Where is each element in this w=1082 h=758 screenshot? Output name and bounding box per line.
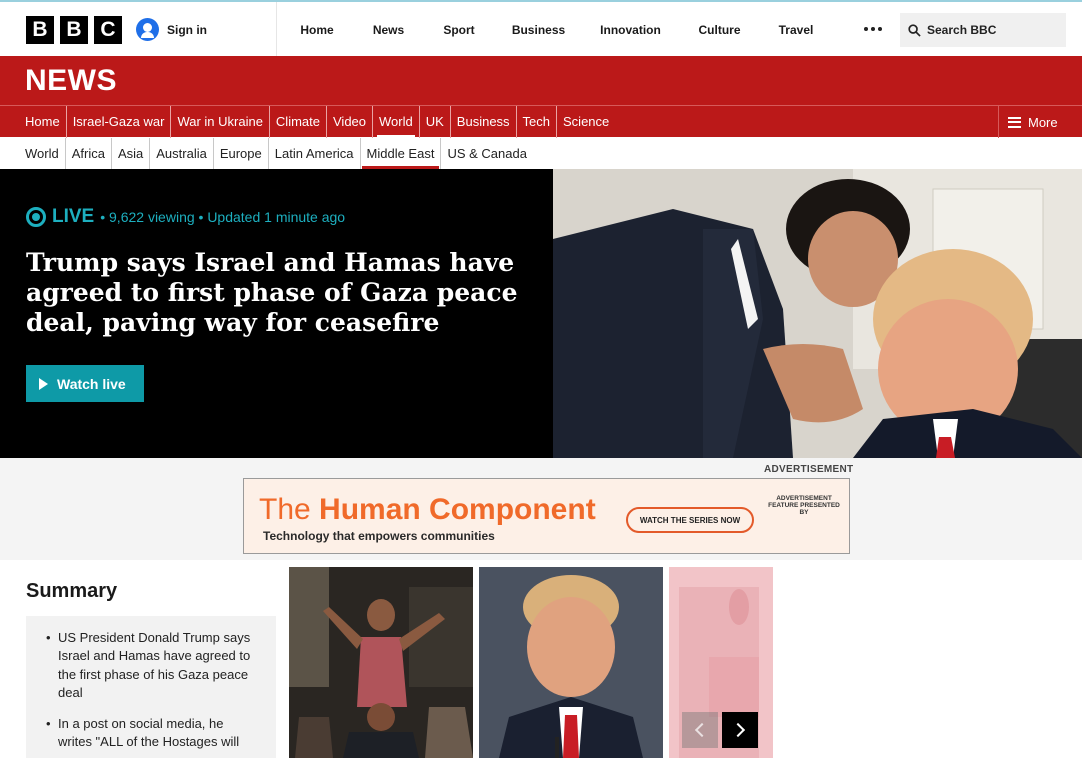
gallery-prev-button[interactable]	[682, 712, 718, 748]
chevron-left-icon	[694, 722, 710, 738]
sign-in-button[interactable]: Sign in	[136, 18, 207, 41]
news-banner: NEWS	[0, 56, 1082, 105]
section-climate[interactable]: Climate	[268, 106, 326, 138]
summary-heading: Summary	[26, 580, 118, 602]
watch-live-label: Watch live	[57, 375, 126, 392]
search-placeholder: Search BBC	[927, 23, 997, 37]
section-war-in-ukraine[interactable]: War in Ukraine	[170, 106, 268, 138]
gallery-next-button[interactable]	[722, 712, 758, 748]
region-world[interactable]: World	[25, 138, 65, 169]
region-latin-america[interactable]: Latin America	[267, 138, 360, 169]
summary-bullet: US President Donald Trump says Israel an…	[46, 629, 260, 702]
search-icon	[908, 23, 921, 37]
live-icon	[26, 207, 46, 227]
more-menu-button[interactable]: More	[998, 106, 1082, 138]
gallery-photo-trump[interactable]	[479, 567, 663, 758]
bbc-logo[interactable]: B B C	[26, 16, 122, 44]
live-meta: • 9,622 viewing • Updated 1 minute ago	[100, 209, 346, 225]
region-australia[interactable]: Australia	[149, 138, 213, 169]
top-navigation: Home News Sport Business Innovation Cult…	[276, 2, 835, 58]
advert-tagline: Technology that empowers communities	[263, 529, 495, 543]
topnav-innovation[interactable]: Innovation	[579, 2, 682, 58]
topnav-culture[interactable]: Culture	[682, 2, 757, 58]
topnav-news[interactable]: News	[357, 2, 420, 58]
logo-letter-b2: B	[60, 16, 88, 44]
live-hero: LIVE • 9,622 viewing • Updated 1 minute …	[0, 169, 1082, 458]
advert-zone: ADVERTISEMENT The Human Component Techno…	[0, 458, 1082, 560]
section-navigation: Home Israel-Gaza war War in Ukraine Clim…	[0, 105, 1082, 138]
topnav-business[interactable]: Business	[498, 2, 579, 58]
advert-title-prefix: The	[259, 493, 320, 526]
section-business[interactable]: Business	[449, 106, 516, 138]
chevron-right-icon	[730, 722, 746, 738]
section-video[interactable]: Video	[326, 106, 372, 138]
search-bbc-box[interactable]: Search BBC	[900, 13, 1066, 47]
live-indicator: LIVE • 9,622 viewing • Updated 1 minute …	[26, 206, 345, 228]
region-africa[interactable]: Africa	[64, 138, 111, 169]
advert-title: The Human Component	[259, 493, 596, 527]
hamburger-icon	[1008, 116, 1021, 128]
account-icon	[136, 18, 159, 41]
topnav-travel[interactable]: Travel	[757, 2, 835, 58]
section-home[interactable]: Home	[25, 106, 66, 138]
play-icon	[39, 377, 48, 390]
sign-in-label: Sign in	[167, 22, 207, 37]
region-us-canada[interactable]: US & Canada	[440, 138, 533, 169]
live-label: LIVE	[52, 206, 95, 227]
region-middle-east[interactable]: Middle East	[359, 138, 441, 169]
news-logo[interactable]: NEWS	[25, 64, 117, 98]
section-uk[interactable]: UK	[418, 106, 450, 138]
hero-photo-illustration	[553, 169, 1082, 458]
more-options-icon[interactable]	[858, 18, 888, 40]
logo-letter-c: C	[94, 16, 122, 44]
advert-feature-note: ADVERTISEMENT FEATURE PRESENTED BY	[768, 495, 840, 516]
section-science[interactable]: Science	[556, 106, 615, 138]
summary-bullet: In a post on social media, he writes "AL…	[46, 715, 260, 752]
bbc-top-bar: B B C Sign in Home News Sport Business I…	[0, 0, 1082, 58]
region-europe[interactable]: Europe	[212, 138, 268, 169]
region-navigation: World Africa Asia Australia Europe Latin…	[0, 138, 1082, 169]
advert-cta-button[interactable]: WATCH THE SERIES NOW	[626, 507, 754, 533]
gallery-photo-celebration[interactable]	[289, 567, 473, 758]
region-asia[interactable]: Asia	[110, 138, 149, 169]
hero-headline[interactable]: Trump says Israel and Hamas have agreed …	[26, 248, 526, 338]
topnav-home[interactable]: Home	[277, 2, 357, 58]
logo-letter-b1: B	[26, 16, 54, 44]
hero-photo[interactable]	[553, 169, 1082, 458]
summary-box: US President Donald Trump says Israel an…	[26, 616, 276, 758]
topnav-sport[interactable]: Sport	[420, 2, 498, 58]
section-tech[interactable]: Tech	[515, 106, 556, 138]
more-label: More	[1028, 114, 1058, 130]
advert-label: ADVERTISEMENT	[764, 464, 854, 475]
advert-title-bold: Human Component	[319, 493, 596, 526]
advert-banner[interactable]: The Human Component Technology that empo…	[243, 478, 850, 554]
section-world[interactable]: World	[372, 106, 419, 138]
section-israel-gaza-war[interactable]: Israel-Gaza war	[65, 106, 171, 138]
watch-live-button[interactable]: Watch live	[26, 365, 144, 402]
